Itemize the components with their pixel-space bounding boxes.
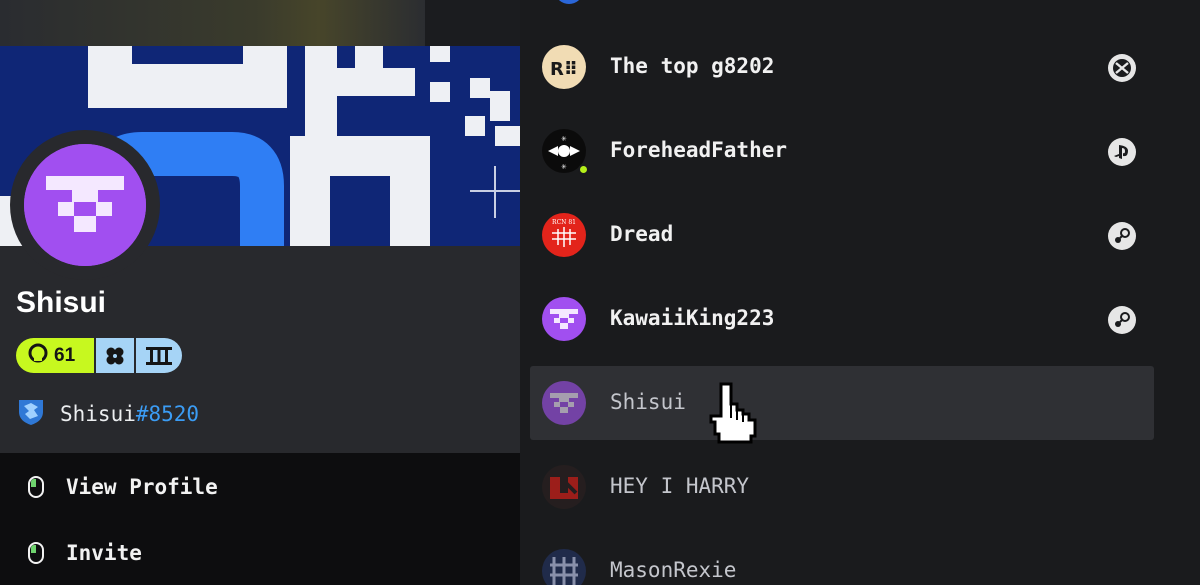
avatar[interactable] xyxy=(24,144,146,266)
battle-net-icon xyxy=(16,396,46,431)
hand-cursor-icon xyxy=(707,378,761,444)
friend-name: KawaiiKing223 xyxy=(610,306,775,330)
view-profile-button[interactable]: View Profile xyxy=(28,475,218,499)
handle-name: Shisui xyxy=(60,401,136,426)
friend-name: Shisui xyxy=(610,390,686,414)
friend-row[interactable]: RCN 81 Dread xyxy=(530,198,1154,272)
svg-text:✳: ✳ xyxy=(561,134,567,144)
online-status-dot xyxy=(578,164,589,175)
friend-avatar xyxy=(542,297,586,341)
panel-top-edge xyxy=(425,0,520,46)
handle-row: Shisui#8520 xyxy=(16,396,199,431)
clover-icon xyxy=(96,345,134,367)
invite-label: Invite xyxy=(66,541,142,565)
friend-name: Dread xyxy=(610,222,674,246)
view-profile-label: View Profile xyxy=(66,475,218,499)
context-menu: View Profile Invite xyxy=(0,453,520,585)
rank-three-icon xyxy=(136,346,182,365)
friend-avatar xyxy=(542,549,586,585)
friend-name: The top g8202 xyxy=(610,54,775,78)
friend-row[interactable]: ✳ ✳ ForeheadFather xyxy=(530,114,1154,188)
friend-row[interactable]: R⠿ The top g8202 xyxy=(530,30,1154,104)
list-item-partial-avatar xyxy=(556,0,582,4)
friend-avatar: RCN 81 xyxy=(542,213,586,257)
profile-name: Shisui xyxy=(16,286,107,319)
badges: 61 xyxy=(16,338,182,373)
friend-avatar xyxy=(542,465,586,509)
friends-list: R⠿ The top g8202 ✳ ✳ ForeheadFather RCN 8… xyxy=(520,0,1200,585)
friend-row[interactable]: HEY I HARRY xyxy=(530,450,1154,524)
svg-text:R⠿: R⠿ xyxy=(550,59,578,80)
friend-avatar xyxy=(542,381,586,425)
mouse-left-click-icon xyxy=(28,476,44,498)
svg-text:RCN 81: RCN 81 xyxy=(552,219,576,226)
friend-name: HEY I HARRY xyxy=(610,474,750,498)
invite-button[interactable]: Invite xyxy=(28,541,142,565)
profile-card: Shisui 61 Shisui#8520 View Profile Invit… xyxy=(0,46,520,585)
svg-text:✳: ✳ xyxy=(561,162,567,172)
handle-tag: #8520 xyxy=(135,401,200,426)
playstation-icon xyxy=(1108,138,1136,166)
friend-name: MasonRexie xyxy=(610,558,737,582)
steam-icon xyxy=(1108,222,1136,250)
level-badge: 61 xyxy=(16,338,94,373)
friend-row[interactable]: KawaiiKing223 xyxy=(530,282,1154,356)
game-background xyxy=(0,0,425,46)
mouse-left-click-icon xyxy=(28,542,44,564)
xbox-icon xyxy=(1108,54,1136,82)
friend-row[interactable]: MasonRexie xyxy=(530,534,1154,585)
level-value: 61 xyxy=(54,344,76,366)
rank-badge xyxy=(94,338,182,373)
steam-icon xyxy=(1108,306,1136,334)
level-icon xyxy=(28,343,48,369)
friend-avatar: R⠿ xyxy=(542,45,586,89)
friend-name: ForeheadFather xyxy=(610,138,788,162)
friend-row-selected[interactable]: Shisui xyxy=(530,366,1154,440)
